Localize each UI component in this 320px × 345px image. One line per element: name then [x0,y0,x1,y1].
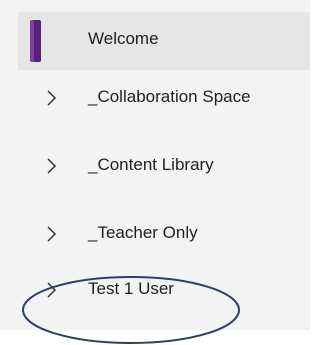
section-color-marker [30,20,41,62]
section-item-content-library[interactable]: _Content Library [18,138,310,196]
section-label: _Teacher Only [88,223,198,242]
section-label: _Content Library [88,155,214,174]
section-label: _Collaboration Space [88,87,251,106]
section-item-collaboration-space[interactable]: _Collaboration Space [18,70,310,128]
circle-annotation [22,276,240,344]
chevron-right-icon[interactable] [45,88,59,108]
chevron-right-icon[interactable] [45,156,59,176]
section-item-teacher-only[interactable]: _Teacher Only [18,206,310,264]
section-item-welcome[interactable]: Welcome [18,12,310,70]
chevron-right-icon[interactable] [45,224,59,244]
section-label: Welcome [88,29,159,48]
